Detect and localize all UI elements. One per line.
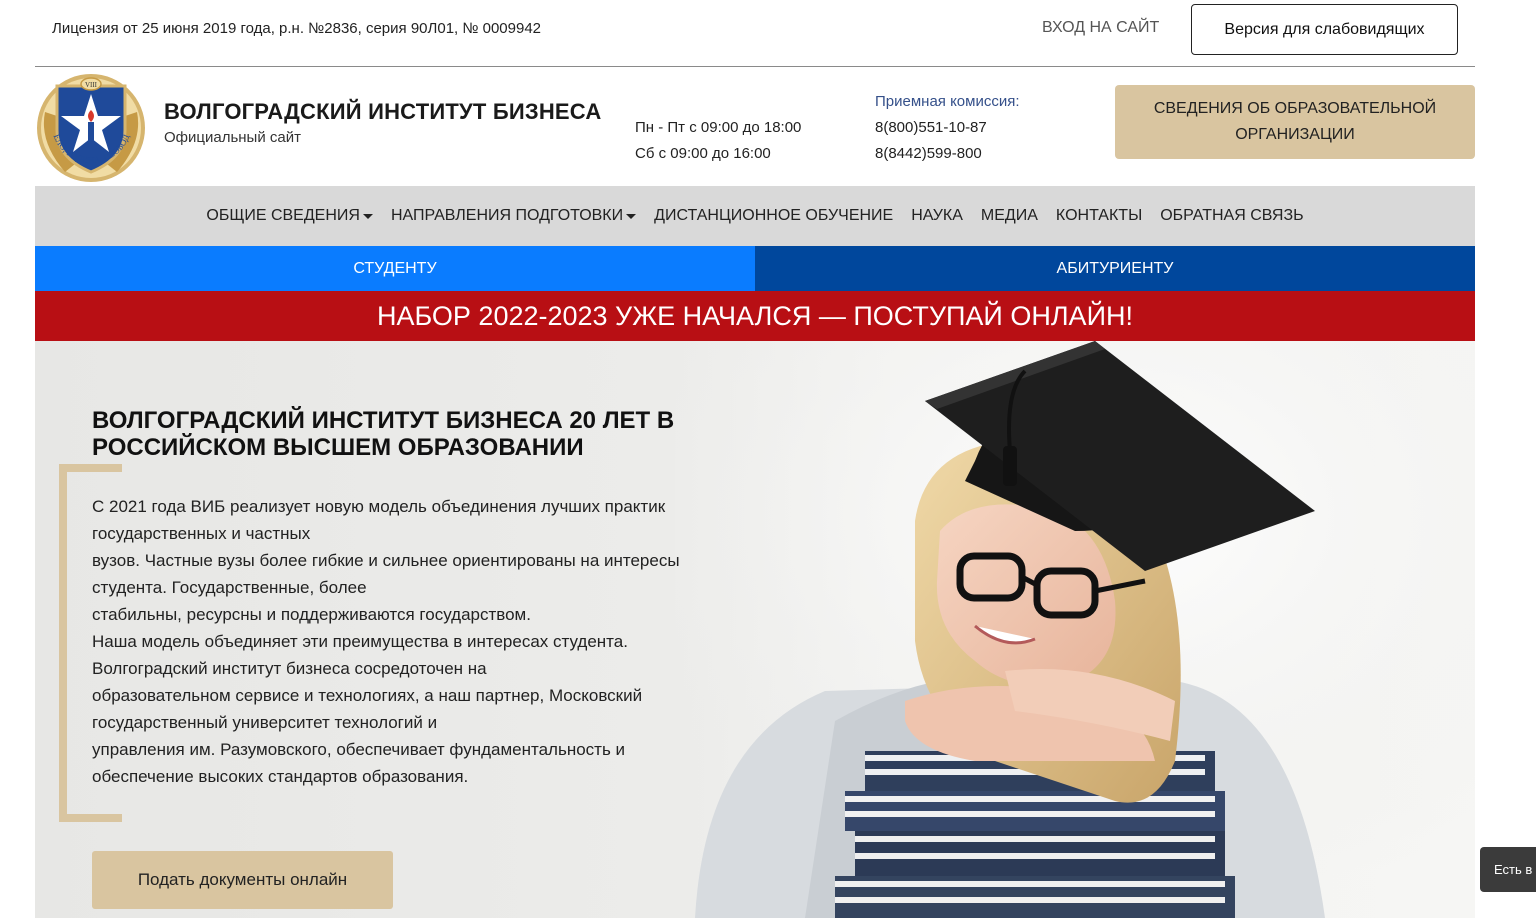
chat-widget-button[interactable]: Есть в [1480, 847, 1536, 892]
nav-item-label: ОБЩИЕ СВЕДЕНИЯ [206, 207, 360, 224]
logo-roman-numeral: VIII [85, 81, 98, 89]
saturday-hours: Сб с 09:00 до 16:00 [635, 145, 771, 162]
admission-banner[interactable]: НАБОР 2022-2023 УЖЕ НАЧАЛСЯ — ПОСТУПАЙ О… [35, 291, 1475, 341]
nav-item-general-info[interactable]: ОБЩИЕ СВЕДЕНИЯ [206, 207, 373, 225]
hero-line: Наша модель объединяет эти преимущества … [92, 632, 628, 651]
nav-item-contacts[interactable]: КОНТАКТЫ [1056, 207, 1142, 225]
admissions-label: Приемная комиссия: [875, 93, 1020, 110]
institute-logo[interactable]: VIII ДЕЛО, РОДИНА, СВОБОДА [35, 72, 148, 185]
hero-line: управления им. Разумовского, обеспечивае… [92, 740, 626, 759]
hero-description: С 2021 года ВИБ реализует новую модель о… [92, 493, 732, 790]
audience-bar: СТУДЕНТУ АБИТУРИЕНТУ [35, 246, 1475, 291]
nav-item-distance-learning[interactable]: ДИСТАНЦИОННОЕ ОБУЧЕНИЕ [654, 207, 893, 225]
nav-item-label: НАПРАВЛЕНИЯ ПОДГОТОВКИ [390, 207, 624, 224]
nav-item-feedback[interactable]: ОБРАТНАЯ СВЯЗЬ [1160, 207, 1303, 225]
visually-impaired-version-button[interactable]: Версия для слабовидящих [1191, 4, 1458, 55]
apply-online-button[interactable]: Подать документы онлайн [92, 851, 393, 909]
student-photo [675, 341, 1475, 918]
working-hours: Пн - Пт с 09:00 до 18:00 Сб с 09:00 до 1… [635, 115, 801, 167]
weekday-hours: Пн - Пт с 09:00 до 18:00 [635, 119, 802, 136]
nav-item-programs[interactable]: НАПРАВЛЕНИЯ ПОДГОТОВКИ [390, 207, 637, 225]
hero-line: обеспечение высоких стандартов образован… [92, 767, 469, 786]
caret-down-icon [626, 214, 637, 219]
site-title[interactable]: ВОЛГОГРАДСКИЙ ИНСТИТУТ БИЗНЕСА [164, 99, 601, 125]
nav-item-media[interactable]: МЕДИА [981, 207, 1038, 225]
student-tab[interactable]: СТУДЕНТУ [35, 246, 755, 291]
phone-1[interactable]: 8(800)551-10-87 [875, 115, 1020, 141]
hero-line: С 2021 года ВИБ реализует новую модель о… [92, 497, 666, 516]
applicant-tab[interactable]: АБИТУРИЕНТУ [755, 246, 1475, 291]
site-subtitle: Официальный сайт [164, 129, 301, 146]
admissions-contacts: Приемная комиссия: 8(800)551-10-87 8(844… [875, 89, 1020, 167]
hero-line: образовательном сервисе и технологиях, а… [92, 686, 643, 705]
phone-2[interactable]: 8(8442)599-800 [875, 141, 1020, 167]
hero-line: государственных и частных [92, 524, 311, 543]
caret-down-icon [362, 214, 373, 219]
hero-section: ВОЛГОГРАДСКИЙ ИНСТИТУТ БИЗНЕСА 20 ЛЕТ В … [35, 341, 1475, 918]
hero-title: ВОЛГОГРАДСКИЙ ИНСТИТУТ БИЗНЕСА 20 ЛЕТ В … [92, 407, 675, 461]
main-nav: ОБЩИЕ СВЕДЕНИЯ НАПРАВЛЕНИЯ ПОДГОТОВКИ ДИ… [35, 186, 1475, 246]
site-header: VIII ДЕЛО, РОДИНА, СВОБОДА ВОЛГОГРАДСКИЙ… [35, 67, 1475, 186]
login-link[interactable]: ВХОД НА САЙТ [1042, 19, 1159, 37]
hero-line: вузов. Частные вузы более гибкие и сильн… [92, 551, 680, 570]
org-info-button[interactable]: СВЕДЕНИЯ ОБ ОБРАЗОВАТЕЛЬНОЙ ОРГАНИЗАЦИИ [1115, 85, 1475, 159]
hero-line: Волгоградский институт бизнеса сосредото… [92, 659, 487, 678]
nav-item-science[interactable]: НАУКА [911, 207, 963, 225]
hero-line: стабильны, ресурсны и поддерживаются гос… [92, 605, 531, 624]
hero-line: государственный университет технологий и [92, 713, 438, 732]
hero-line: студента. Государственные, более [92, 578, 367, 597]
top-bar: Лицензия от 25 июня 2019 года, р.н. №283… [35, 0, 1475, 67]
license-info: Лицензия от 25 июня 2019 года, р.н. №283… [52, 20, 542, 37]
